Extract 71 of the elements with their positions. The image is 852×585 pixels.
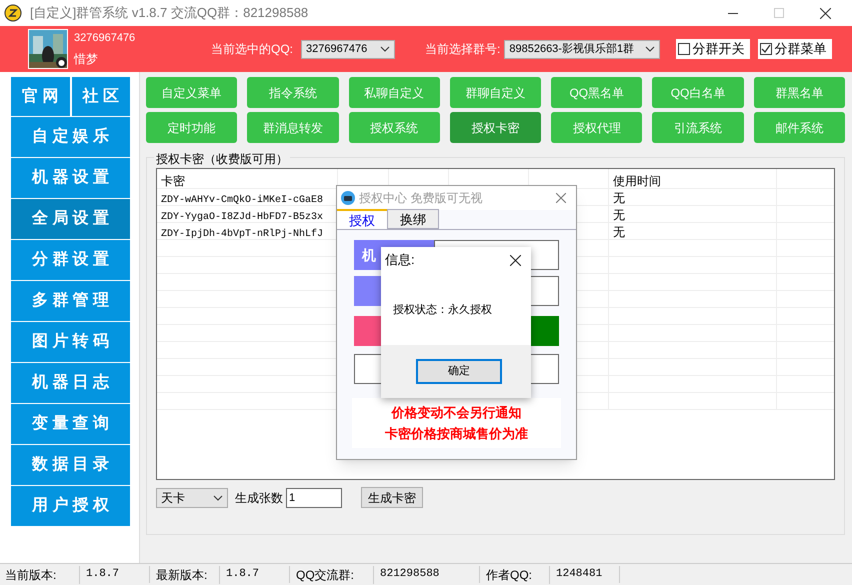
dialog-tab[interactable]: 换绑 [387,209,439,229]
count-field[interactable]: 1 [286,488,342,508]
column-header: 卡密 [160,173,186,188]
status-value: 821298588 [374,566,480,583]
feature-button[interactable]: 群消息转发 [247,112,339,143]
price-notice: 价格变动不会另行通知 [392,404,522,422]
feature-button[interactable]: 自定义菜单 [146,77,238,108]
panel-title: 授权卡密（收费版可用） [154,150,290,168]
card-type-select[interactable]: 天卡 [156,488,228,508]
feature-button[interactable]: 授权卡密 [450,112,542,143]
feature-button[interactable]: 私聊自定义 [348,77,440,108]
table-cell: ZDY-IpjDh-4bVpT-nRlPj-NhLfJ [161,229,324,240]
sidebar-link[interactable]: 官 网 [11,77,70,116]
feature-button[interactable]: 邮件系统 [754,112,845,143]
sidebar-item[interactable]: 用 户 授 权 [11,486,130,526]
message-text: 授权状态：永久授权 [393,302,493,318]
table-cell: ZDY-wAHYv-CmQkO-iMKeI-cGaE8 [161,195,324,206]
generate-button[interactable]: 生成卡密 [361,487,423,508]
sidebar-item[interactable]: 多 群 管 理 [11,281,130,321]
checkbox[interactable]: 分群菜单 [758,39,832,59]
close-icon[interactable] [510,254,521,266]
sidebar-link[interactable]: 社 区 [72,77,130,116]
count-label: 生成张数 [235,490,283,506]
window-title: [自定义]群管系统 v1.8.7 交流QQ群：821298588 [30,4,308,22]
qq-select-label: 当前选中的QQ: [211,41,294,58]
maximize-icon [774,8,784,18]
status-label: QQ交流群: [290,566,374,584]
status-label: 作者QQ: [480,566,550,584]
sidebar-item[interactable]: 自 定 娱 乐 [11,117,130,157]
feature-button[interactable]: 定时功能 [146,112,238,143]
feature-button[interactable]: 授权系统 [348,112,440,143]
price-notice: 卡密价格按商城售价为准 [385,425,528,443]
feature-button[interactable]: 授权代理 [551,112,642,143]
dialog-title: 授权中心 免费版可无视 [359,190,482,207]
feature-button[interactable]: 群聊自定义 [450,77,542,108]
app-logo-icon [341,191,355,205]
feature-button[interactable]: 引流系统 [652,112,744,143]
nickname: 惜梦 [74,51,99,68]
checkmark-icon [761,44,772,54]
qq-number: 3276967476 [74,30,136,46]
status-value: 1.8.7 [80,566,150,583]
feature-button[interactable]: QQ白名单 [652,77,744,108]
minimize-icon [728,12,738,14]
sidebar-item[interactable]: 图 片 转 码 [11,322,130,362]
status-value: 1248481 [550,566,620,583]
sidebar-item[interactable]: 全 局 设 置 [11,199,130,239]
feature-button[interactable]: 指令系统 [247,77,339,108]
ok-button[interactable]: 确定 [416,359,502,384]
sidebar-item[interactable]: 机 器 日 志 [11,363,130,403]
table-cell: ZDY-YygaO-I8ZJd-HbFD7-B5z3x [161,212,324,223]
feature-button[interactable]: 群黑名单 [754,77,845,108]
dialog-tab[interactable]: 授权 [337,209,387,229]
table-cell: 无 [613,208,625,222]
message-title: 信息: [385,251,415,270]
feature-button[interactable]: QQ黑名单 [551,77,642,108]
group-select[interactable]: 89852663-影视俱乐部1群 [504,40,660,58]
sidebar-item[interactable]: 变 量 查 询 [11,404,130,444]
table-cell: 无 [613,191,625,205]
sidebar-item[interactable]: 分 群 设 置 [11,240,130,280]
sidebar-item[interactable]: 数 据 目 录 [11,445,130,485]
column-header: 使用时间 [608,169,776,188]
status-label: 最新版本: [150,566,220,584]
close-icon [820,8,830,18]
app-logo-icon [4,4,22,22]
status-label: 当前版本: [0,566,80,584]
table-cell: 无 [613,225,625,239]
group-select-label: 当前选择群号: [425,41,500,58]
sidebar-item[interactable]: 机 器 设 置 [11,158,130,198]
status-value: 1.8.7 [220,566,290,583]
qq-select[interactable]: 3276967476 [301,40,396,58]
checkbox[interactable]: 分群开关 [676,39,750,59]
